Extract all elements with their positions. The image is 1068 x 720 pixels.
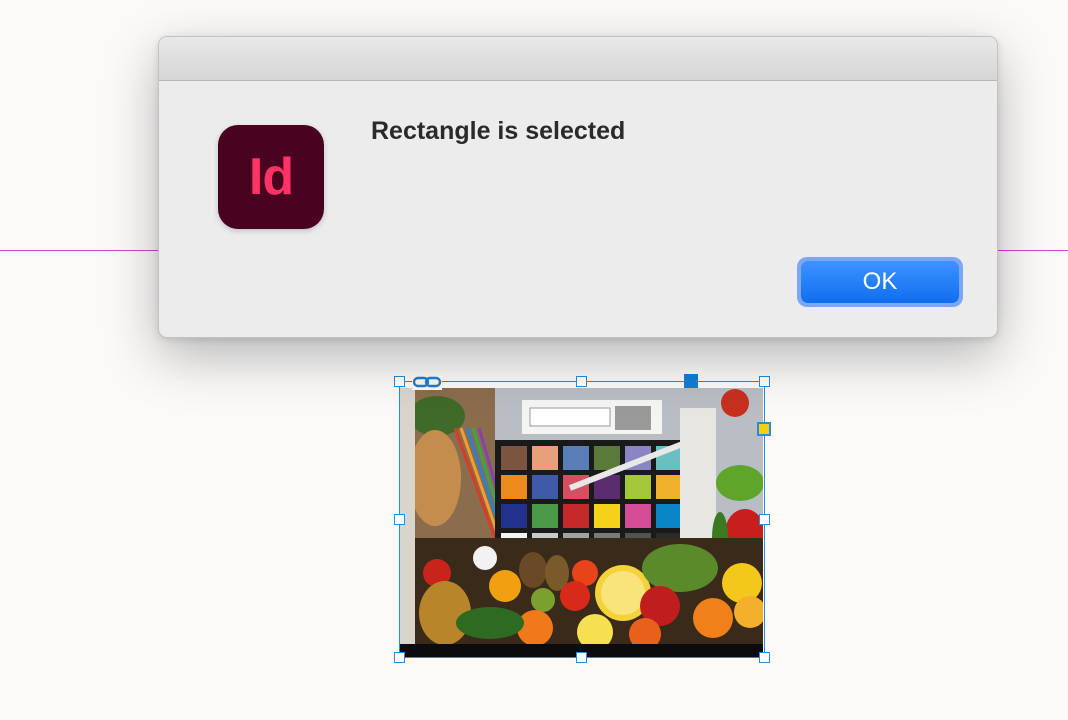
resize-handle-bottom-right[interactable] <box>759 652 770 663</box>
ok-button[interactable]: OK <box>797 257 963 307</box>
resize-handle-top-right[interactable] <box>759 376 770 387</box>
resize-handle-middle-left[interactable] <box>394 514 405 525</box>
resize-handle-middle-right[interactable] <box>759 514 770 525</box>
selection-frame[interactable] <box>399 381 765 658</box>
link-icon[interactable] <box>412 374 442 390</box>
resize-handle-bottom-left[interactable] <box>394 652 405 663</box>
alert-dialog: Id Rectangle is selected OK <box>158 36 998 338</box>
resize-handle-top-left[interactable] <box>394 376 405 387</box>
resize-handle-top-center[interactable] <box>576 376 587 387</box>
live-corner-handle[interactable] <box>757 422 771 436</box>
adobe-indesign-icon: Id <box>218 125 324 229</box>
content-grabber-handle[interactable] <box>684 374 698 388</box>
dialog-message: Rectangle is selected <box>371 117 626 145</box>
ok-button-label[interactable]: OK <box>801 261 959 303</box>
dialog-titlebar <box>159 37 997 81</box>
app-icon-label: Id <box>248 148 294 206</box>
resize-handle-bottom-center[interactable] <box>576 652 587 663</box>
